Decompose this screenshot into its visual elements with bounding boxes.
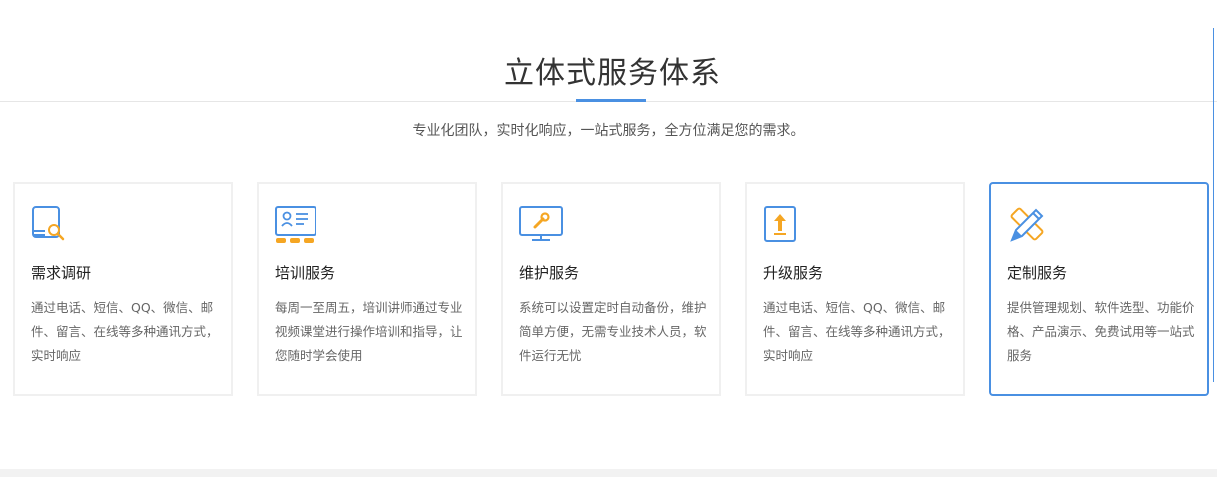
card-title: 定制服务 [1007,264,1068,282]
service-card-custom[interactable]: 定制服务 提供管理规划、软件选型、功能价格、产品演示、免费试用等一站式服务 [989,182,1209,396]
title-divider-accent [576,99,646,102]
service-card-training[interactable]: 培训服务 每周一至周五，培训讲师通过专业视频课堂进行操作培训和指导，让您随时学会… [257,182,477,396]
document-search-icon [30,204,72,246]
right-scroll-rule [1213,28,1214,382]
card-title: 维护服务 [519,264,580,282]
card-description: 每周一至周五，培训讲师通过专业视频课堂进行操作培训和指导，让您随时学会使用 [275,300,463,363]
service-card-maintenance[interactable]: 维护服务 系统可以设置定时自动备份，维护简单方便，无需专业技术人员，软件运行无忧 [501,182,721,396]
card-description: 系统可以设置定时自动备份，维护简单方便，无需专业技术人员，软件运行无忧 [519,300,707,363]
card-description: 通过电话、短信、QQ、微信、邮件、留言、在线等多种通讯方式，实时响应 [31,300,219,363]
card-title: 需求调研 [31,264,92,282]
service-card-research[interactable]: 需求调研 通过电话、短信、QQ、微信、邮件、留言、在线等多种通讯方式，实时响应 [13,182,233,396]
section-subtitle: 专业化团队，实时化响应，一站式服务，全方位满足您的需求。 [412,123,805,139]
footer-band [0,469,1217,477]
card-title: 培训服务 [275,264,336,282]
section-title: 立体式服务体系 [504,56,721,91]
pencil-ruler-icon [1006,204,1048,246]
service-card-upgrade[interactable]: 升级服务 通过电话、短信、QQ、微信、邮件、留言、在线等多种通讯方式，实时响应 [745,182,965,396]
monitor-wrench-icon [518,204,563,246]
card-title: 升级服务 [763,264,824,282]
card-description: 通过电话、短信、QQ、微信、邮件、留言、在线等多种通讯方式，实时响应 [763,300,951,363]
upgrade-arrow-icon [762,204,804,246]
training-board-icon [274,204,317,246]
card-description: 提供管理规划、软件选型、功能价格、产品演示、免费试用等一站式服务 [1007,300,1195,363]
